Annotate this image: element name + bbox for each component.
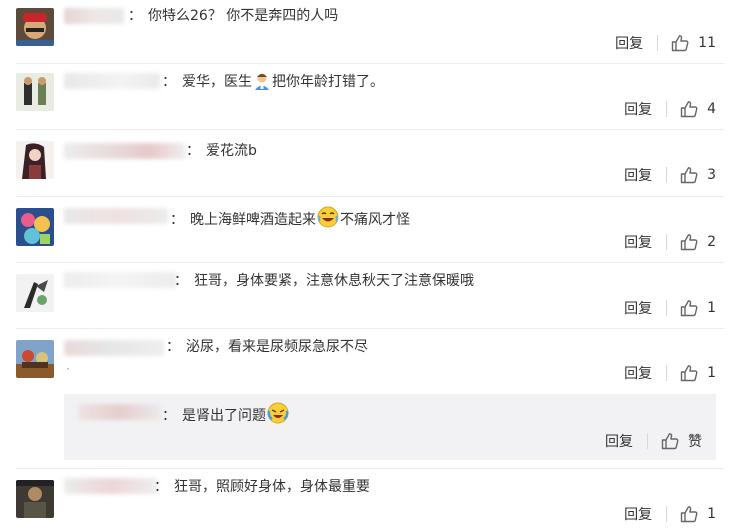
like-label: 赞 (688, 434, 702, 450)
like-button[interactable]: 4 (679, 99, 716, 119)
username-blurred[interactable] (64, 338, 164, 358)
username-blurred[interactable] (64, 476, 158, 496)
reply-button[interactable]: 回复 (624, 298, 652, 318)
thumbs-up-icon (670, 33, 690, 53)
like-count: 3 (707, 167, 716, 183)
comment-actions: 回复 3 (624, 164, 716, 186)
thumbs-up-icon (679, 298, 699, 318)
reply-button[interactable]: 回复 (605, 431, 633, 451)
like-count: 1 (707, 506, 716, 522)
laughing-emoji-icon (317, 206, 339, 228)
comment-text: ：爱华，医生 把你年龄打错了。 (162, 73, 384, 90)
nested-reply: ：是肾出了问题 回复 赞 (64, 394, 716, 460)
action-divider (647, 433, 648, 449)
avatar[interactable] (16, 8, 54, 46)
comment-actions: 回复 1 (624, 297, 716, 319)
reply-text: ：是肾出了问题 (162, 402, 290, 426)
thumbs-up-icon (679, 165, 699, 185)
like-button[interactable]: 赞 (660, 431, 702, 451)
reply-button[interactable]: 回复 (615, 33, 643, 53)
username-blurred[interactable] (64, 206, 168, 226)
avatar[interactable] (16, 73, 54, 111)
action-divider (666, 101, 668, 117)
avatar[interactable] (16, 141, 54, 179)
comment-actions: 回复 11 (615, 32, 716, 54)
like-button[interactable]: 11 (670, 33, 716, 53)
crying-laugh-emoji-icon (267, 402, 289, 424)
avatar[interactable] (16, 274, 54, 312)
reply-button[interactable]: 回复 (624, 504, 652, 524)
like-count: 11 (698, 35, 716, 51)
action-divider (657, 35, 659, 51)
comment-text: ：狂哥，身体要紧，注意休息秋天了注意保暖哦 (174, 273, 474, 289)
divider (16, 63, 724, 64)
reply-actions: 回复 赞 (605, 430, 702, 452)
thumbs-up-icon (679, 99, 699, 119)
comment-actions: 回复 1 (624, 362, 716, 384)
comment-actions: 回复 1 (624, 503, 716, 525)
reply-button[interactable]: 回复 (624, 165, 652, 185)
action-divider (666, 167, 668, 183)
avatar[interactable] (16, 208, 54, 246)
divider (16, 129, 724, 130)
thumbs-up-icon (660, 431, 680, 451)
like-button[interactable]: 1 (679, 363, 716, 383)
username-blurred[interactable] (64, 141, 186, 161)
comment-text: ：晚上海鲜啤酒造起来 不痛风才怪 (170, 206, 410, 230)
action-divider (666, 365, 668, 381)
action-divider (666, 234, 668, 250)
comment-text: ：狂哥，照顾好身体，身体最重要 (154, 479, 370, 495)
avatar[interactable] (16, 480, 54, 518)
reply-button[interactable]: 回复 (624, 99, 652, 119)
comment-text: ：爱花流b (186, 143, 257, 159)
thumbs-up-icon (679, 363, 699, 383)
divider (16, 468, 724, 469)
like-count: 4 (707, 101, 716, 117)
thumbs-up-icon (679, 504, 699, 524)
like-button[interactable]: 2 (679, 232, 716, 252)
comment-feed: ：你特么26？ 你不是奔四的人吗 回复 11 ：爱华，医生 把你年龄打错了。 回复 (0, 0, 740, 531)
divider (16, 196, 724, 197)
comment-text: ：你特么26？ 你不是奔四的人吗 (128, 8, 339, 24)
reply-button[interactable]: 回复 (624, 363, 652, 383)
like-count: 1 (707, 365, 716, 381)
like-button[interactable]: 1 (679, 298, 716, 318)
username-blurred[interactable] (78, 402, 162, 422)
action-divider (666, 300, 668, 316)
like-button[interactable]: 1 (679, 504, 716, 524)
like-count: 1 (707, 300, 716, 316)
divider (16, 262, 724, 263)
action-divider (666, 506, 668, 522)
username-blurred[interactable] (64, 270, 176, 290)
reply-button[interactable]: 回复 (624, 232, 652, 252)
username-blurred[interactable] (64, 6, 124, 26)
like-count: 2 (707, 234, 716, 250)
avatar[interactable] (16, 340, 54, 378)
like-button[interactable]: 3 (679, 165, 716, 185)
comment-actions: 回复 4 (624, 98, 716, 120)
doctor-emoji-icon (255, 73, 269, 90)
divider (16, 328, 724, 329)
username-blurred[interactable] (64, 71, 160, 91)
comment-text: ：泌尿，看来是尿频尿急尿不尽 (166, 339, 368, 355)
truncation-mark: · (66, 362, 70, 376)
thumbs-up-icon (679, 232, 699, 252)
comment-actions: 回复 2 (624, 231, 716, 253)
